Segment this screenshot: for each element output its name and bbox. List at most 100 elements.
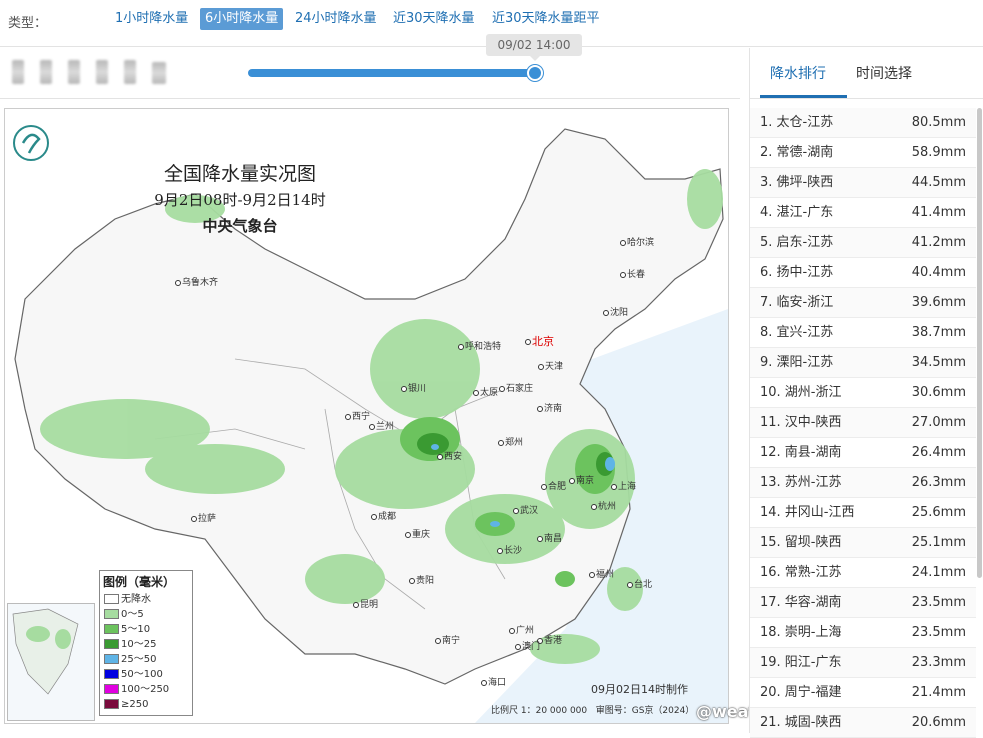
city-label: 石家庄 xyxy=(499,381,533,394)
ranking-list[interactable]: 1. 太仓-江苏 80.5mm 2. 常德-湖南 58.9mm 3. 佛坪-陕西 44.5… xyxy=(750,108,976,738)
legend-row: 无降水 xyxy=(100,592,192,607)
legend-label: 100～250 xyxy=(121,684,170,695)
type-label: 类型： xyxy=(8,16,48,31)
legend-row: 100～250 xyxy=(100,682,192,697)
type-option-1h[interactable]: 1小时降水量 xyxy=(110,8,193,30)
city-label: 台北 xyxy=(627,577,652,590)
legend-row: ≥250 xyxy=(100,697,192,712)
scale-text: 比例尺 1：20 000 000 xyxy=(491,706,588,716)
city-label: 济南 xyxy=(537,401,562,414)
timeline-thumb[interactable] xyxy=(527,65,543,81)
map-legend: 图例（毫米） 无降水 0～5 5～10 10～25 25～50 50～100 1… xyxy=(99,570,193,716)
ranking-value: 21.4mm xyxy=(911,685,966,700)
ranking-panel: 降水排行 时间选择 1. 太仓-江苏 80.5mm 2. 常德-湖南 58.9mm 3.… xyxy=(749,48,983,738)
ranking-value: 26.3mm xyxy=(911,475,966,490)
precipitation-map[interactable]: 全国降水量实况图 9月2日08时-9月2日14时 中央气象台 乌鲁木齐 哈尔滨 … xyxy=(4,108,729,724)
map-scale: 比例尺 1：20 000 000 审图号：GS京（2024） xyxy=(491,703,694,716)
ranking-row[interactable]: 4. 湛江-广东 41.4mm xyxy=(750,198,976,228)
ranking-row[interactable]: 6. 扬中-江苏 40.4mm xyxy=(750,258,976,288)
tab-ranking[interactable]: 降水排行 xyxy=(770,63,826,83)
step-back-icon[interactable] xyxy=(40,60,52,84)
ranking-station: 1. 太仓-江苏 xyxy=(760,115,834,130)
ranking-value: 39.6mm xyxy=(911,295,966,310)
made-time: 09月02日14时制作 xyxy=(591,683,688,696)
type-option-6h[interactable]: 6小时降水量 xyxy=(200,8,284,30)
city-label: 长春 xyxy=(620,267,645,280)
ranking-value: 30.6mm xyxy=(911,385,966,400)
ranking-station: 3. 佛坪-陕西 xyxy=(760,175,834,190)
legend-label: 50～100 xyxy=(121,669,163,680)
city-label: 武汉 xyxy=(513,503,538,516)
speed-control-icon[interactable] xyxy=(152,62,166,84)
play-control-icon[interactable] xyxy=(12,60,24,84)
ranking-value: 44.5mm xyxy=(911,175,966,190)
ranking-row[interactable]: 17. 华容-湖南 23.5mm xyxy=(750,588,976,618)
timeline-tooltip: 09/02 14:00 xyxy=(486,34,582,61)
step-forward-icon[interactable] xyxy=(96,60,108,84)
city-label: 太原 xyxy=(473,385,498,398)
ranking-value: 23.3mm xyxy=(911,655,966,670)
ranking-value: 27.0mm xyxy=(911,415,966,430)
city-label: 西安 xyxy=(437,449,462,462)
ranking-row[interactable]: 21. 城固-陕西 20.6mm xyxy=(750,708,976,738)
ranking-row[interactable]: 19. 阳江-广东 23.3mm xyxy=(750,648,976,678)
city-label: 海口 xyxy=(481,675,506,688)
legend-swatch xyxy=(104,699,119,709)
ranking-row[interactable]: 16. 常熟-江苏 24.1mm xyxy=(750,558,976,588)
type-option-30d[interactable]: 近30天降水量 xyxy=(388,8,480,30)
last-frame-icon[interactable] xyxy=(124,60,136,84)
tab-time-select[interactable]: 时间选择 xyxy=(856,63,912,83)
city-label: 南昌 xyxy=(537,531,562,544)
legend-swatch xyxy=(104,669,119,679)
ranking-row[interactable]: 10. 湖州-浙江 30.6mm xyxy=(750,378,976,408)
city-label: 拉萨 xyxy=(191,511,216,524)
city-label: 上海 xyxy=(611,479,636,492)
ranking-row[interactable]: 7. 临安-浙江 39.6mm xyxy=(750,288,976,318)
ranking-station: 5. 启东-江苏 xyxy=(760,235,834,250)
ranking-row[interactable]: 9. 溧阳-江苏 34.5mm xyxy=(750,348,976,378)
ranking-row[interactable]: 5. 启东-江苏 41.2mm xyxy=(750,228,976,258)
city-label: 香港 xyxy=(537,633,562,646)
ranking-station: 6. 扬中-江苏 xyxy=(760,265,834,280)
type-option-30d-anomaly[interactable]: 近30天降水量距平 xyxy=(487,8,605,30)
ranking-value: 58.9mm xyxy=(911,145,966,160)
ranking-row[interactable]: 1. 太仓-江苏 80.5mm xyxy=(750,108,976,138)
city-label: 长沙 xyxy=(497,543,522,556)
ranking-value: 41.4mm xyxy=(911,205,966,220)
city-label: 重庆 xyxy=(405,527,430,540)
ranking-row[interactable]: 3. 佛坪-陕西 44.5mm xyxy=(750,168,976,198)
legend-swatch xyxy=(104,654,119,664)
ranking-station: 18. 崇明-上海 xyxy=(760,625,842,640)
ranking-row[interactable]: 13. 苏州-江苏 26.3mm xyxy=(750,468,976,498)
ranking-row[interactable]: 20. 周宁-福建 21.4mm xyxy=(750,678,976,708)
timeline-track[interactable] xyxy=(248,69,536,77)
ranking-station: 13. 苏州-江苏 xyxy=(760,475,842,490)
ranking-station: 12. 南县-湖南 xyxy=(760,445,842,460)
legend-swatch xyxy=(104,624,119,634)
map-agency: 中央气象台 xyxy=(202,217,278,235)
pause-icon[interactable] xyxy=(68,60,80,84)
ranking-row[interactable]: 12. 南县-湖南 26.4mm xyxy=(750,438,976,468)
panel-tabs: 降水排行 时间选择 xyxy=(750,48,983,99)
city-label: 哈尔滨 xyxy=(620,235,654,248)
ranking-row[interactable]: 18. 崇明-上海 23.5mm xyxy=(750,618,976,648)
ranking-row[interactable]: 8. 宜兴-江苏 38.7mm xyxy=(750,318,976,348)
city-label: 天津 xyxy=(538,359,563,372)
city-label: 呼和浩特 xyxy=(458,339,501,352)
ranking-value: 23.5mm xyxy=(911,595,966,610)
ranking-row[interactable]: 11. 汉中-陕西 27.0mm xyxy=(750,408,976,438)
map-subtitle: 9月2日08时-9月2日14时 xyxy=(154,191,326,209)
city-label: 澳门 xyxy=(515,639,540,652)
ranking-scrollbar[interactable] xyxy=(977,108,982,578)
map-title: 全国降水量实况图 xyxy=(163,163,316,185)
ranking-value: 80.5mm xyxy=(911,115,966,130)
type-option-24h[interactable]: 24小时降水量 xyxy=(290,8,382,30)
ranking-value: 26.4mm xyxy=(911,445,966,460)
city-label: 贵阳 xyxy=(409,573,434,586)
ranking-row[interactable]: 2. 常德-湖南 58.9mm xyxy=(750,138,976,168)
city-label: 广州 xyxy=(509,623,534,636)
ranking-row[interactable]: 15. 留坝-陕西 25.1mm xyxy=(750,528,976,558)
ranking-row[interactable]: 14. 井冈山-江西 25.6mm xyxy=(750,498,976,528)
ranking-value: 40.4mm xyxy=(911,265,966,280)
legend-row: 5～10 xyxy=(100,622,192,637)
